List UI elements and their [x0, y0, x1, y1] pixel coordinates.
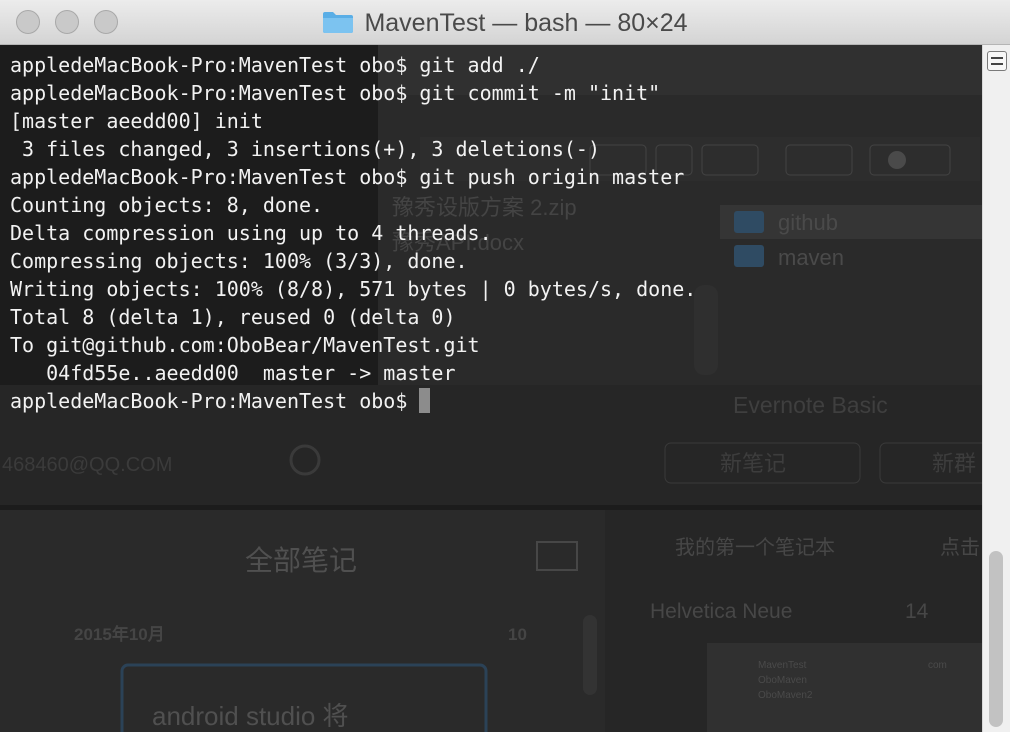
- terminal-line: 3 files changed, 3 insertions(+), 3 dele…: [10, 137, 601, 161]
- bg-font-size: 14: [905, 600, 929, 623]
- bg-folder-maven: maven: [778, 245, 844, 270]
- terminal-line: Delta compression using up to 4 threads.: [10, 221, 492, 245]
- bg-new-note: 新笔记: [720, 451, 786, 476]
- terminal-line: Compressing objects: 100% (3/3), done.: [10, 249, 468, 273]
- vertical-scrollbar[interactable]: [982, 45, 1010, 732]
- folder-icon: [323, 12, 354, 33]
- terminal-line: 04fd55e..aeedd00 master -> master: [10, 361, 456, 385]
- bg-note-preview: android studio 将: [152, 701, 349, 731]
- bg-account: 468460@QQ.COM: [2, 454, 172, 476]
- scroll-thumb[interactable]: [989, 551, 1003, 727]
- terminal-view[interactable]: github maven 豫秀设版方案 2.zip 豫秀API.docx Eve…: [0, 45, 982, 732]
- bg-mini-1: MavenTest: [758, 660, 807, 671]
- terminal-line: appledeMacBook-Pro:MavenTest obo$ git co…: [10, 81, 661, 105]
- terminal-line: [master aeedd00] init: [10, 109, 263, 133]
- terminal-line: appledeMacBook-Pro:MavenTest obo$ git ad…: [10, 53, 540, 77]
- bg-notebook: 我的第一个笔记本: [675, 536, 835, 559]
- terminal-output: appledeMacBook-Pro:MavenTest obo$ git ad…: [10, 51, 696, 415]
- terminal-line: Writing objects: 100% (8/8), 571 bytes |…: [10, 277, 697, 301]
- terminal-line: To git@github.com:OboBear/MavenTest.git: [10, 333, 480, 357]
- bg-mini-3: OboMaven2: [758, 690, 813, 701]
- bg-font-name: Helvetica Neue: [650, 600, 792, 623]
- terminal-line: Total 8 (delta 1), reused 0 (delta 0): [10, 305, 456, 329]
- window-title-wrap: MavenTest — bash — 80×24: [0, 8, 1010, 38]
- split-pane-icon[interactable]: [987, 51, 1007, 71]
- bg-mini-2: OboMaven: [758, 675, 807, 686]
- bg-new-chat: 新群: [932, 451, 976, 476]
- bg-all-notes: 全部笔记: [245, 545, 357, 576]
- bg-mini-4: com: [928, 660, 947, 671]
- bg-click-hint: 点击: [940, 536, 980, 559]
- bg-evernote-title: Evernote Basic: [733, 392, 888, 418]
- window-title: MavenTest — bash — 80×24: [364, 9, 688, 37]
- bg-folder-github: github: [778, 210, 838, 235]
- bg-count: 10: [508, 625, 527, 644]
- terminal-line: Counting objects: 8, done.: [10, 193, 324, 217]
- bg-month: 2015年10月: [74, 624, 165, 644]
- terminal-prompt: appledeMacBook-Pro:MavenTest obo$: [10, 389, 420, 413]
- terminal-line: appledeMacBook-Pro:MavenTest obo$ git pu…: [10, 165, 685, 189]
- text-cursor[interactable]: [419, 388, 431, 413]
- window-titlebar: MavenTest — bash — 80×24: [0, 0, 1010, 45]
